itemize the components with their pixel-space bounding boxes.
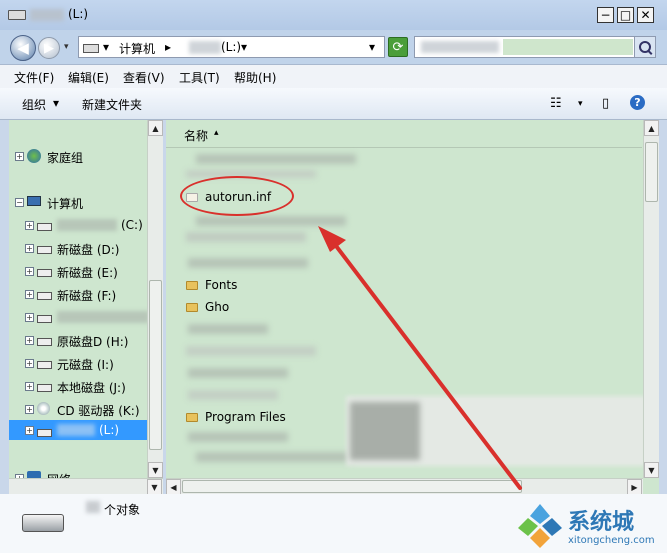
brand-name: 系统城: [568, 510, 635, 535]
blurred-count: [86, 501, 100, 513]
watermark: 系统城 xitongcheng.com: [510, 500, 667, 553]
brand-logo-icon: [518, 504, 562, 548]
annotation-arrow: [318, 226, 522, 490]
brand-url: xitongcheng.com: [568, 535, 655, 546]
item-count: 个对象: [104, 503, 141, 517]
usb-drive-icon: [22, 514, 64, 532]
explorer-window: (L:) − □ ✕ ◀ ▶ ▾ ▾ 计算机 ▸ (L:) ▾ ▾ ⟳ 文件(F…: [0, 0, 667, 553]
